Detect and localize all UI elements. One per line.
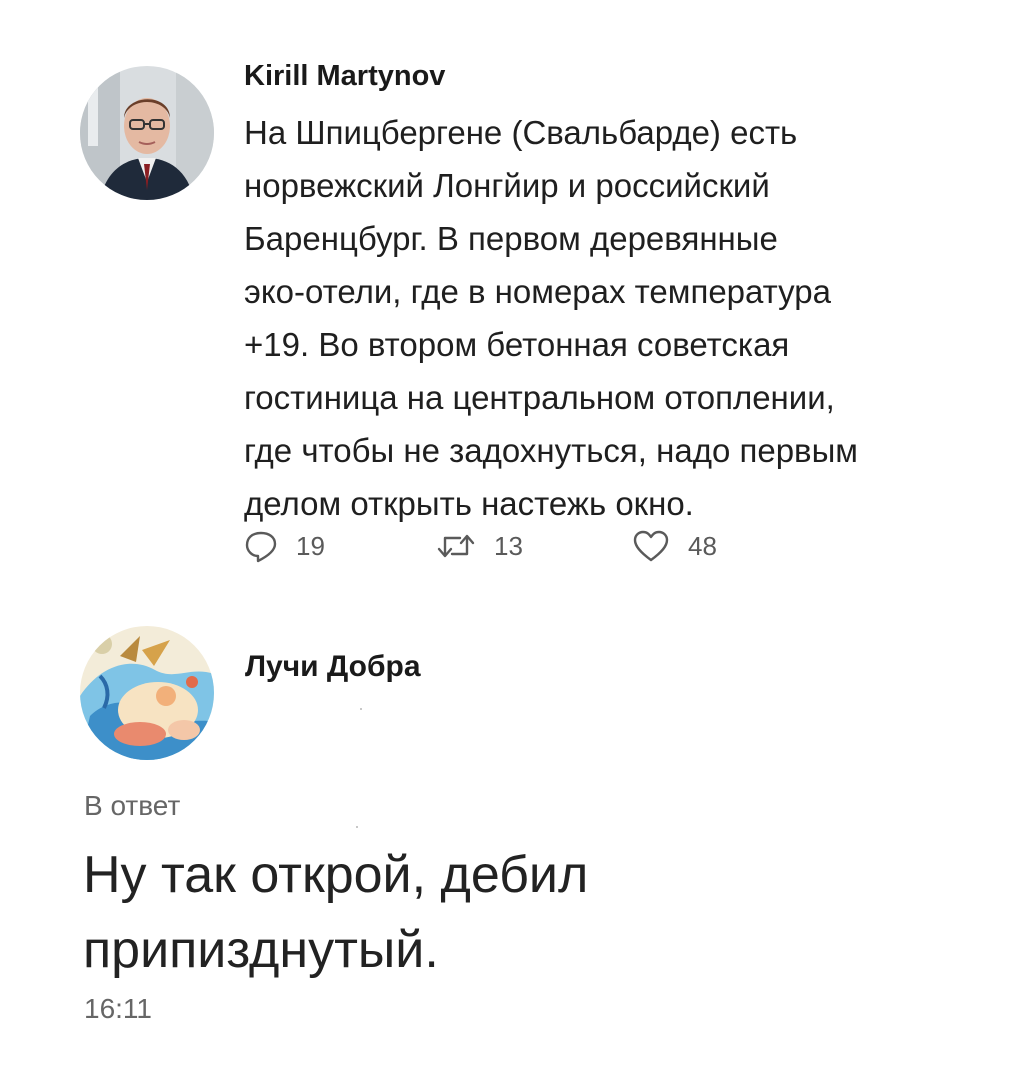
tweet-text-line: делом открыть настежь окно. bbox=[244, 485, 694, 522]
tweet-text-line: гостиница на центральном отоплении, bbox=[244, 379, 835, 416]
reply-label: В ответ bbox=[84, 790, 181, 821]
tweet-text-line: Баренцбург. В первом деревянные bbox=[244, 220, 778, 257]
retweet-count: 13 bbox=[494, 530, 523, 561]
reply-author-avatar[interactable] bbox=[80, 626, 214, 760]
reply-message-line: припизднутый. bbox=[83, 921, 439, 979]
reply-button[interactable]: 19 bbox=[244, 526, 325, 566]
author-avatar[interactable] bbox=[80, 66, 214, 200]
like-count: 48 bbox=[688, 530, 717, 561]
reply-timestamp: 16:11 bbox=[84, 993, 152, 1024]
tweet-actions: 19 13 48 bbox=[244, 526, 844, 566]
retweet-button[interactable]: 13 bbox=[436, 526, 523, 566]
tweet-text-line: +19. Во втором бетонная советская bbox=[244, 326, 790, 363]
reply-count: 19 bbox=[296, 530, 325, 561]
tweet-text-line: где чтобы не задохнуться, надо первым bbox=[244, 432, 858, 469]
reply-message: Ну так открой, дебил припизднутый. bbox=[83, 838, 983, 988]
speck bbox=[356, 826, 358, 828]
heart-icon bbox=[632, 529, 670, 563]
tweet-text-line: эко-отели, где в номерах температура bbox=[244, 273, 831, 310]
tweet-text-line: На Шпицбергене (Свальбарде) есть bbox=[244, 114, 798, 151]
retweet-icon bbox=[436, 529, 476, 563]
reply-message-line: Ну так открой, дебил bbox=[83, 846, 589, 904]
reply-author-name[interactable]: Лучи Добра bbox=[245, 650, 421, 684]
speech-bubble-icon bbox=[244, 529, 278, 563]
like-button[interactable]: 48 bbox=[632, 526, 717, 566]
tweet-text-line: норвежский Лонгйир и российский bbox=[244, 167, 770, 204]
tweet-text: На Шпицбергене (Свальбарде) есть норвежс… bbox=[244, 106, 984, 530]
speck bbox=[360, 708, 362, 710]
author-name[interactable]: Kirill Martynov bbox=[244, 60, 445, 93]
